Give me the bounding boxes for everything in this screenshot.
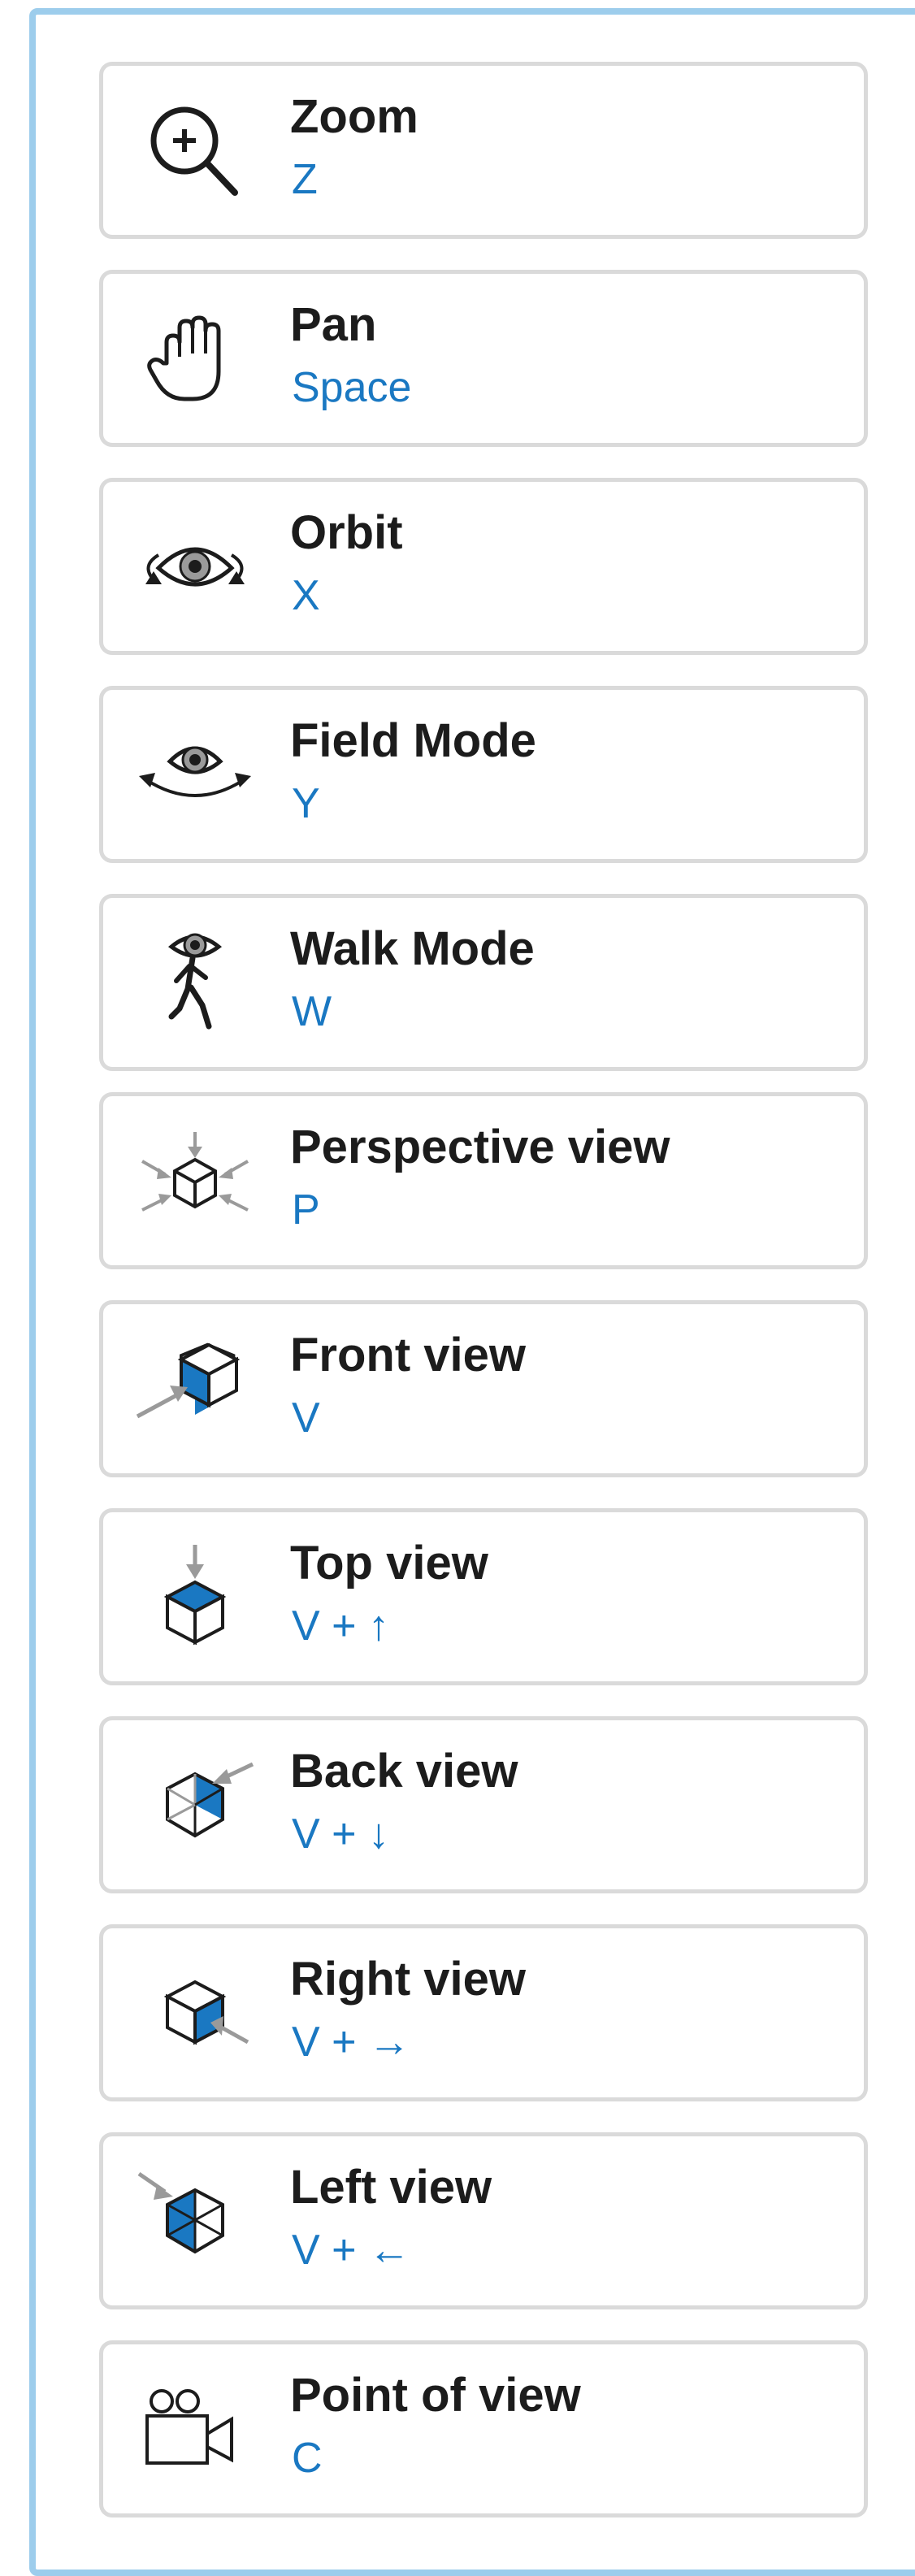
pan-tool-card[interactable]: Pan Space: [99, 270, 868, 447]
point-of-view-tool-card[interactable]: Point of view C: [99, 2340, 868, 2517]
walk-eye-icon: [134, 930, 256, 1036]
camera-icon: [134, 2377, 256, 2483]
tool-shortcut: P: [292, 1186, 320, 1234]
tool-shortcut: V + ↑: [292, 1602, 389, 1650]
field-eye-icon: [134, 722, 256, 828]
hand-pan-icon: [134, 306, 256, 412]
tool-shortcut: W: [292, 988, 332, 1035]
tool-label: Pan: [290, 298, 377, 351]
left-view-tool-card[interactable]: Left view V + ←: [99, 2132, 868, 2309]
tool-shortcut: Z: [292, 156, 318, 203]
tool-shortcut: V + ↓: [292, 1811, 389, 1858]
zoom-tool-card[interactable]: Zoom Z: [99, 62, 868, 239]
zoom-icon: [134, 98, 256, 204]
tool-label: Perspective view: [290, 1121, 670, 1173]
perspective-cube-icon: [134, 1129, 256, 1234]
tool-label: Field Mode: [290, 714, 536, 767]
tool-label: Point of view: [290, 2369, 581, 2422]
back-cube-icon: [134, 1753, 256, 1858]
orbit-eye-icon: [134, 514, 256, 620]
tool-shortcut: V + →: [292, 2019, 410, 2066]
top-cube-icon: [134, 1545, 256, 1650]
tool-label: Left view: [290, 2161, 492, 2214]
tool-label: Zoom: [290, 90, 418, 143]
left-cube-icon: [134, 2169, 256, 2275]
field-mode-tool-card[interactable]: Field Mode Y: [99, 686, 868, 863]
tool-label: Top view: [290, 1537, 488, 1589]
walk-mode-tool-card[interactable]: Walk Mode W: [99, 894, 868, 1071]
tool-shortcut: C: [292, 2435, 323, 2482]
perspective-view-tool-card[interactable]: Perspective view P: [99, 1092, 868, 1269]
tool-label: Back view: [290, 1745, 518, 1798]
tool-label: Right view: [290, 1953, 527, 2006]
tool-label: Orbit: [290, 506, 403, 559]
tool-shortcut: V: [292, 1394, 320, 1442]
back-view-tool-card[interactable]: Back view V + ↓: [99, 1716, 868, 1893]
tool-shortcut: Y: [292, 780, 320, 827]
tool-shortcut: X: [292, 572, 320, 619]
tool-label: Front view: [290, 1329, 527, 1381]
orbit-tool-card[interactable]: Orbit X: [99, 478, 868, 655]
right-cube-icon: [134, 1961, 256, 2066]
front-cube-icon: [134, 1337, 256, 1442]
front-view-tool-card[interactable]: Front view V: [99, 1300, 868, 1477]
tool-shortcut: V + ←: [292, 2227, 410, 2274]
tool-shortcut: Space: [292, 364, 412, 411]
top-view-tool-card[interactable]: Top view V + ↑: [99, 1508, 868, 1685]
tool-label: Walk Mode: [290, 922, 535, 975]
right-view-tool-card[interactable]: Right view V + →: [99, 1924, 868, 2101]
